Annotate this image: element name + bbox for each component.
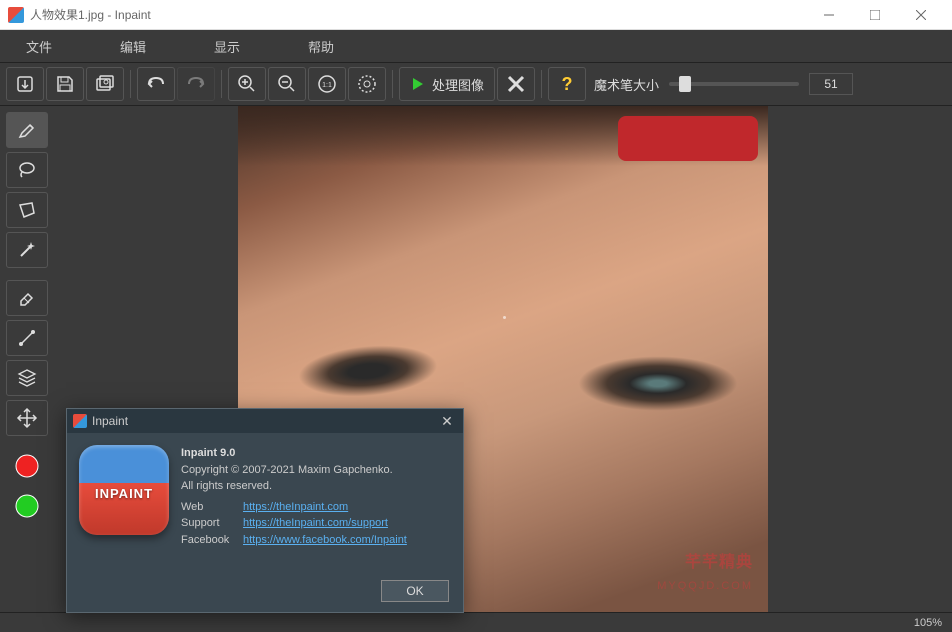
- window-controls: [806, 0, 944, 30]
- brush-size-label: 魔术笔大小: [594, 75, 659, 94]
- statusbar: 105%: [0, 612, 952, 632]
- separator: [130, 70, 131, 98]
- polygon-tool[interactable]: [6, 192, 48, 228]
- about-fb-label: Facebook: [181, 532, 243, 549]
- about-support-link[interactable]: https://theInpaint.com/support: [243, 515, 388, 532]
- watermark-text: 芊芊精典: [685, 548, 753, 572]
- titlebar: 人物效果1.jpg - Inpaint: [0, 0, 952, 30]
- watermark-url: MYQQJD.COM: [657, 580, 753, 592]
- about-product-icon: INPAINT: [79, 445, 169, 535]
- zoom-fit-button[interactable]: [348, 67, 386, 101]
- cancel-button[interactable]: [497, 67, 535, 101]
- redo-button[interactable]: [177, 67, 215, 101]
- svg-text:1:1: 1:1: [322, 82, 332, 89]
- toolbar: 1:1 处理图像 ? 魔术笔大小 51: [0, 62, 952, 106]
- separator: [392, 70, 393, 98]
- minimize-button[interactable]: [806, 0, 852, 30]
- zoom-actual-button[interactable]: 1:1: [308, 67, 346, 101]
- line-tool[interactable]: [6, 320, 48, 356]
- svg-text:?: ?: [562, 74, 573, 94]
- window-title: 人物效果1.jpg - Inpaint: [30, 6, 806, 23]
- help-button[interactable]: ?: [548, 67, 586, 101]
- zoom-out-button[interactable]: [268, 67, 306, 101]
- about-icon-label: INPAINT: [79, 486, 169, 501]
- eraser-tool[interactable]: [6, 280, 48, 316]
- move-tool[interactable]: [6, 400, 48, 436]
- lasso-tool[interactable]: [6, 152, 48, 188]
- about-app-icon: [73, 414, 87, 428]
- menu-file[interactable]: 文件: [12, 37, 66, 56]
- about-dialog: Inpaint ✕ INPAINT Inpaint 9.0 Copyright …: [66, 408, 464, 613]
- menubar: 文件 编辑 显示 帮助: [0, 30, 952, 62]
- red-selection-tool[interactable]: [6, 448, 48, 484]
- process-label: 处理图像: [432, 75, 484, 94]
- about-product-name: Inpaint 9.0: [181, 447, 235, 459]
- spacer: [6, 440, 48, 444]
- about-ok-button[interactable]: OK: [381, 580, 449, 602]
- zoom-level: 105%: [914, 617, 942, 629]
- marker-tool[interactable]: [6, 112, 48, 148]
- undo-button[interactable]: [137, 67, 175, 101]
- app-icon: [8, 7, 24, 23]
- about-support-label: Support: [181, 515, 243, 532]
- about-close-button[interactable]: ✕: [437, 413, 457, 430]
- about-title-text: Inpaint: [92, 414, 128, 428]
- menu-view[interactable]: 显示: [200, 37, 254, 56]
- tool-palette: [0, 106, 54, 612]
- about-body: INPAINT Inpaint 9.0 Copyright © 2007-202…: [67, 433, 463, 560]
- slider-thumb[interactable]: [679, 76, 691, 92]
- batch-button[interactable]: [86, 67, 124, 101]
- brush-size-value[interactable]: 51: [809, 73, 853, 95]
- green-selection-tool[interactable]: [6, 488, 48, 524]
- cursor-mark: [503, 316, 506, 319]
- image-content: [296, 340, 440, 402]
- magic-wand-tool[interactable]: [6, 232, 48, 268]
- play-icon: [410, 76, 426, 92]
- separator: [541, 70, 542, 98]
- about-web-link[interactable]: https://theInpaint.com: [243, 499, 348, 516]
- about-web-label: Web: [181, 499, 243, 516]
- close-button[interactable]: [898, 0, 944, 30]
- image-content: [578, 356, 738, 411]
- menu-edit[interactable]: 编辑: [106, 37, 160, 56]
- menu-help[interactable]: 帮助: [294, 37, 348, 56]
- about-titlebar[interactable]: Inpaint ✕: [67, 409, 463, 433]
- maximize-button[interactable]: [852, 0, 898, 30]
- process-button[interactable]: 处理图像: [399, 67, 495, 101]
- open-button[interactable]: [6, 67, 44, 101]
- spacer: [6, 272, 48, 276]
- about-fb-link[interactable]: https://www.facebook.com/Inpaint: [243, 532, 407, 549]
- separator: [221, 70, 222, 98]
- about-copyright: Copyright © 2007-2021 Maxim Gapchenko.: [181, 462, 407, 479]
- brush-size-slider[interactable]: [669, 82, 799, 86]
- save-button[interactable]: [46, 67, 84, 101]
- selection-mark: [618, 116, 758, 161]
- layers-tool[interactable]: [6, 360, 48, 396]
- about-info: Inpaint 9.0 Copyright © 2007-2021 Maxim …: [181, 445, 407, 548]
- zoom-in-button[interactable]: [228, 67, 266, 101]
- about-rights: All rights reserved.: [181, 478, 407, 495]
